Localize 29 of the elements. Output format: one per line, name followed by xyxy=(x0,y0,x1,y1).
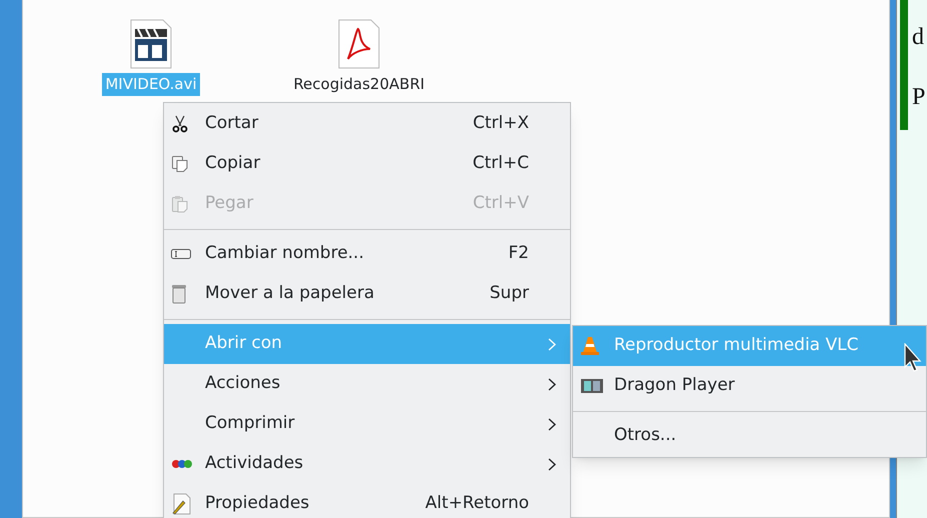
video-clapperboard-icon xyxy=(130,19,172,69)
scissors-icon xyxy=(171,115,189,133)
colored-dots-icon xyxy=(171,459,193,469)
pdf-document-icon xyxy=(338,19,380,69)
menu-item[interactable]: Cambiar nombre... F2 xyxy=(164,234,570,274)
mouse-pointer-icon xyxy=(904,343,922,373)
pencil-on-paper-icon xyxy=(171,493,191,515)
paste-icon xyxy=(171,195,189,213)
rename-field-icon xyxy=(171,248,191,260)
menu-item[interactable]: Propiedades Alt+Retorno xyxy=(164,484,570,518)
copy-icon xyxy=(171,155,189,173)
chevron-right-icon xyxy=(548,378,556,390)
traffic-cone-icon xyxy=(580,336,600,356)
menu-item[interactable]: Cortar Ctrl+X xyxy=(164,104,570,144)
menu-item[interactable]: Copiar Ctrl+C xyxy=(164,144,570,184)
trash-can-icon xyxy=(171,284,187,304)
document-text: d xyxy=(912,24,925,50)
chevron-right-icon xyxy=(548,458,556,470)
menu-item[interactable]: Mover a la papelera Supr xyxy=(164,274,570,314)
film-strip-icon xyxy=(580,377,604,395)
chevron-right-icon xyxy=(548,418,556,430)
menu-item[interactable]: Otros... xyxy=(573,416,926,456)
menu-item[interactable]: Dragon Player xyxy=(573,366,926,406)
menu-item[interactable]: Actividades xyxy=(164,444,570,484)
document-text: P xyxy=(912,84,926,110)
menu-item[interactable]: Comprimir xyxy=(164,404,570,444)
chevron-right-icon xyxy=(548,338,556,350)
file-name[interactable]: Recogidas20ABRI xyxy=(290,73,428,96)
menu-item[interactable]: Acciones xyxy=(164,364,570,404)
